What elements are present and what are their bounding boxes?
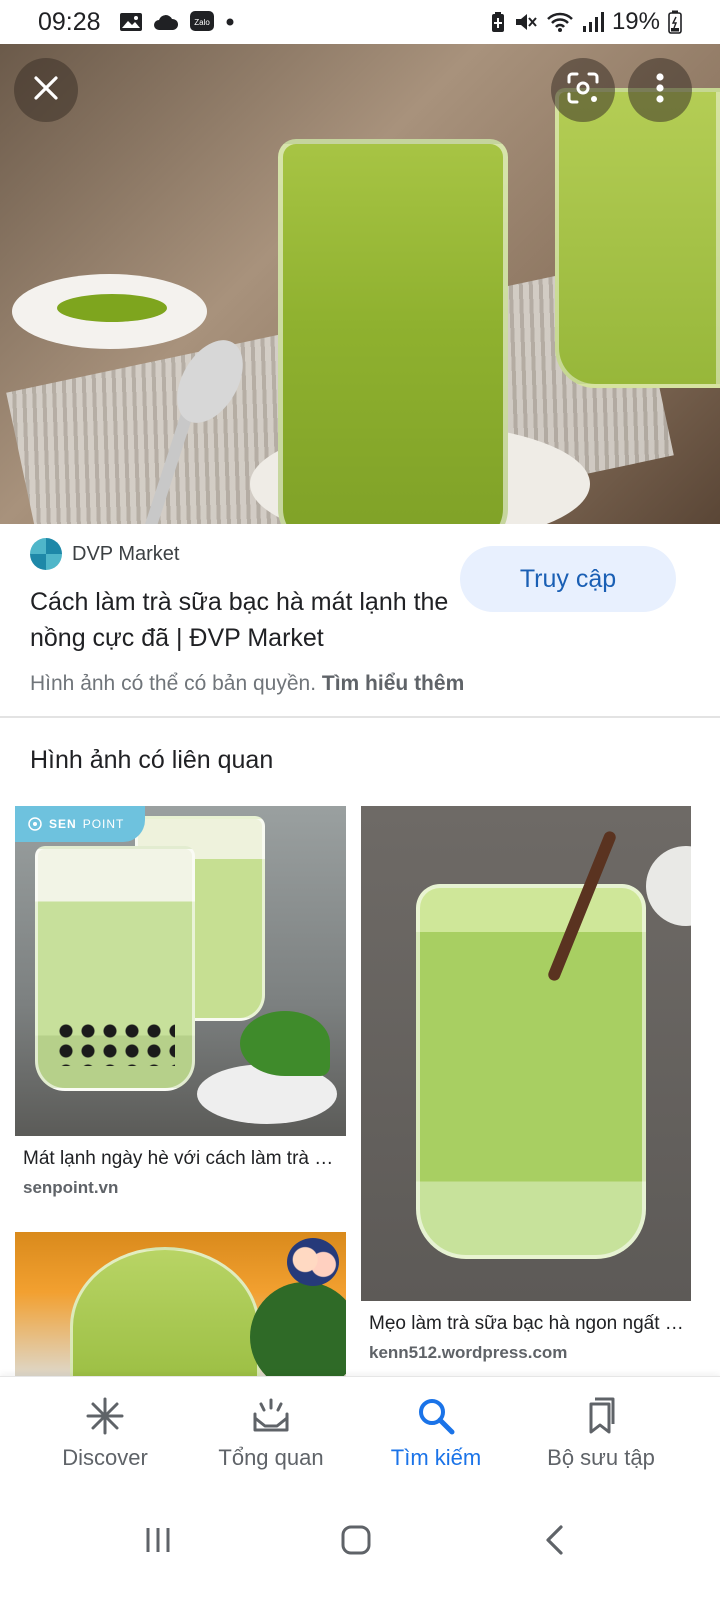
more-vert-icon: [655, 72, 665, 109]
thumbnail-leaf: [250, 1282, 346, 1382]
related-image-title: Mát lạnh ngày hè với cách làm trà sữa bạ…: [23, 1148, 341, 1169]
nav-collections[interactable]: Bộ sưu tập: [511, 1377, 691, 1489]
more-options-button[interactable]: [628, 58, 692, 122]
hero-glass-back: [555, 88, 720, 388]
thumbnail-mint: [240, 1011, 330, 1076]
search-icon: [416, 1395, 456, 1437]
battery-saver-icon: [490, 11, 506, 33]
hero-glass: [278, 139, 508, 524]
nav-label: Tổng quan: [218, 1445, 324, 1470]
zalo-icon: Zalo: [189, 10, 215, 34]
updates-icon: [251, 1395, 291, 1437]
copyright-notice: Hình ảnh có thể có bản quyền. Tìm hiểu t…: [30, 672, 464, 696]
related-image-card[interactable]: SEN POINT Mát lạnh ngày hè với cách làm t…: [15, 806, 346, 1206]
thumbnail-glass: [416, 884, 646, 1259]
site-logo-icon: [30, 538, 62, 570]
status-bar: 09:28 Zalo 19%: [0, 0, 720, 44]
bookmarks-icon: [581, 1395, 621, 1437]
asterisk-icon: [85, 1395, 125, 1437]
thumbnail-pearls: [55, 1021, 175, 1066]
related-image-card[interactable]: Mẹo làm trà sữa bạc hà ngon ngất ngây ke…: [361, 806, 691, 1371]
related-image-thumbnail[interactable]: SEN POINT: [15, 806, 346, 1136]
bottom-navigation: Discover Tổng quan Tìm kiếm Bộ sưu tập: [0, 1376, 720, 1488]
hero-image[interactable]: [0, 44, 720, 524]
close-button[interactable]: [14, 58, 78, 122]
battery-icon: [668, 10, 682, 34]
gallery-icon: [119, 11, 143, 33]
learn-more-link[interactable]: Tìm hiểu thêm: [322, 672, 464, 695]
related-image-title: Mẹo làm trà sữa bạc hà ngon ngất ngây: [369, 1313, 687, 1334]
zalo-label: Zalo: [194, 18, 210, 27]
source-row[interactable]: DVP Market: [30, 538, 179, 570]
related-image-thumbnail[interactable]: [361, 806, 691, 1301]
recents-button[interactable]: [128, 1512, 188, 1572]
visit-button[interactable]: Truy cập: [460, 546, 676, 612]
battery-level: 19%: [611, 8, 660, 35]
signal-icon: [582, 11, 604, 33]
nav-discover[interactable]: Discover: [15, 1377, 195, 1489]
wifi-icon: [546, 11, 574, 33]
system-navigation: [0, 1488, 720, 1600]
back-button[interactable]: [524, 1512, 584, 1572]
site-name: DVP Market: [72, 542, 180, 565]
nav-label: Discover: [62, 1445, 148, 1470]
thumbnail-cup: [70, 1247, 260, 1382]
related-images-heading: Hình ảnh có liên quan: [30, 746, 274, 774]
close-icon: [32, 74, 60, 107]
google-lens-icon: [566, 71, 600, 110]
home-icon: [340, 1524, 372, 1561]
senpoint-logo: SEN POINT: [15, 806, 145, 842]
cloud-icon: [153, 13, 179, 31]
nav-label: Bộ sưu tập: [547, 1445, 655, 1470]
related-image-domain: senpoint.vn: [23, 1178, 119, 1197]
status-right: 19%: [490, 8, 682, 36]
divider: [0, 716, 720, 718]
hero-matcha-bowl: [12, 274, 207, 349]
copyright-text: Hình ảnh có thể có bản quyền.: [30, 672, 317, 695]
dot-icon: [225, 17, 235, 27]
nav-label: Tìm kiếm: [390, 1445, 482, 1470]
thumbnail-logo: [287, 1238, 339, 1286]
back-icon: [541, 1524, 567, 1561]
status-time: 09:28: [38, 7, 101, 36]
thumbnail-plate: [646, 846, 691, 926]
result-title[interactable]: Cách làm trà sữa bạc hà mát lạnh the nồn…: [30, 584, 450, 656]
mute-icon: [514, 11, 538, 33]
status-left: 09:28 Zalo: [38, 8, 235, 37]
related-image-card[interactable]: [15, 1232, 346, 1382]
senpoint-logo-text: SEN: [49, 817, 77, 831]
home-button[interactable]: [326, 1512, 386, 1572]
senpoint-logo-text-rest: POINT: [82, 817, 125, 831]
nav-overview[interactable]: Tổng quan: [181, 1377, 361, 1489]
related-image-domain: kenn512.wordpress.com: [369, 1343, 568, 1362]
google-lens-button[interactable]: [551, 58, 615, 122]
nav-search[interactable]: Tìm kiếm: [346, 1377, 526, 1489]
related-image-thumbnail[interactable]: [15, 1232, 346, 1382]
recents-icon: [143, 1525, 173, 1560]
